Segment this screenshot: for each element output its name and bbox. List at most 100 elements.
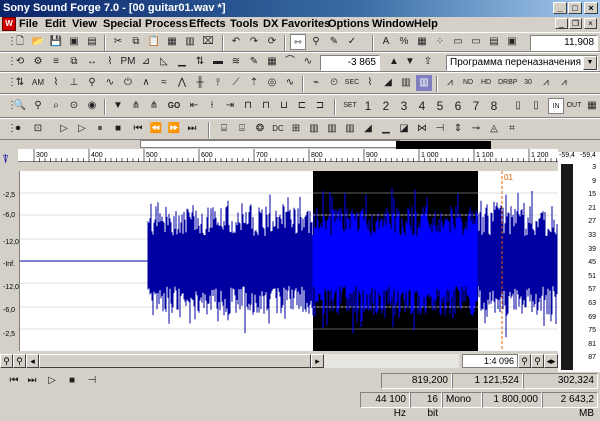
goto-end-bottom-icon[interactable]: ⏭ bbox=[24, 373, 40, 389]
marker-3-button[interactable]: 3 bbox=[396, 98, 412, 114]
play-bottom-icon[interactable]: ▷ bbox=[44, 373, 60, 389]
pencil-tool-icon[interactable]: ✎ bbox=[326, 34, 342, 50]
pitch-bend-icon[interactable]: ⟋ bbox=[228, 75, 244, 91]
envelope-icon[interactable]: ⏻ bbox=[120, 75, 136, 91]
edit-tool-icon[interactable]: ⇿ bbox=[290, 34, 306, 50]
normalize-process-icon[interactable]: ≋ bbox=[228, 54, 244, 70]
grid-icon[interactable]: ▦ bbox=[414, 34, 430, 50]
properties-icon[interactable]: ▤ bbox=[84, 34, 100, 50]
save-as-icon[interactable]: ▣ bbox=[66, 34, 82, 50]
undo-icon[interactable]: ↶ bbox=[228, 34, 244, 50]
wave-1-icon[interactable]: ⩘ bbox=[442, 75, 458, 91]
level-down-icon[interactable]: ▼ bbox=[402, 54, 418, 70]
wave-2-icon[interactable]: ⩘ bbox=[538, 75, 554, 91]
rewind-icon[interactable]: ⏪ bbox=[148, 121, 164, 137]
marker-1-button[interactable]: 1 bbox=[360, 98, 376, 114]
channel-icon[interactable]: ⧉ bbox=[66, 54, 82, 70]
zoom-in-icon[interactable]: 🔍 bbox=[12, 98, 28, 114]
zoom-out-scroll-icon[interactable]: ⚲ bbox=[0, 354, 13, 368]
reverb-icon[interactable]: ◎ bbox=[264, 75, 280, 91]
set-button[interactable]: SET bbox=[342, 98, 358, 114]
chorus-icon[interactable]: ⌇ bbox=[48, 75, 64, 91]
follow-icon[interactable]: ▯ bbox=[528, 98, 544, 114]
insert-icon[interactable]: ⊞ bbox=[288, 121, 304, 137]
goto-cursor-icon[interactable]: ⍿ bbox=[204, 98, 220, 114]
menu-process[interactable]: Process bbox=[145, 18, 188, 30]
zoom-ratio[interactable]: 1:4 096 bbox=[462, 354, 518, 368]
goto-start-transport-icon[interactable]: ⏮ bbox=[130, 121, 146, 137]
pan-icon[interactable]: ✎ bbox=[246, 54, 262, 70]
forward-icon[interactable]: ⏩ bbox=[166, 121, 182, 137]
play-all-icon[interactable]: ▷ bbox=[56, 121, 72, 137]
menu-dx-favorites[interactable]: DX Favorites bbox=[263, 18, 330, 30]
noise-gate-icon[interactable]: ⫯ bbox=[210, 75, 226, 91]
param-eq-icon[interactable]: ▥ bbox=[324, 121, 340, 137]
gate-icon[interactable]: ⋀ bbox=[174, 75, 190, 91]
playlist-icon[interactable]: ▭ bbox=[468, 34, 484, 50]
out-button[interactable]: OUT bbox=[566, 98, 582, 114]
mode-icon[interactable]: ▦ bbox=[584, 98, 600, 114]
stop-bottom-icon[interactable]: ■ bbox=[64, 373, 80, 389]
marker-6-button[interactable]: 6 bbox=[450, 98, 466, 114]
dc-icon[interactable]: DC bbox=[270, 121, 286, 137]
zoom-out-time-icon[interactable]: ⚲ bbox=[531, 354, 544, 368]
apply-icon[interactable]: ⇧ bbox=[420, 54, 436, 70]
menu-help[interactable]: Help bbox=[414, 18, 438, 30]
menu-file[interactable]: File bbox=[19, 18, 38, 30]
pitch-shift-icon[interactable]: ⇡ bbox=[246, 75, 262, 91]
distortion-icon[interactable]: ⚲ bbox=[84, 75, 100, 91]
pm-icon[interactable]: PM bbox=[120, 54, 136, 70]
sampler-icon[interactable]: ⌹ bbox=[234, 121, 250, 137]
am-icon[interactable]: AM bbox=[30, 75, 46, 91]
normalize-icon[interactable]: A bbox=[378, 34, 394, 50]
thirty-icon[interactable]: 30 bbox=[520, 75, 536, 91]
fit-icon[interactable]: ▯ bbox=[510, 98, 526, 114]
goto-end-transport-icon[interactable]: ⏭ bbox=[184, 121, 200, 137]
mdi-restore-button[interactable]: ❐ bbox=[569, 18, 582, 29]
plugin-icon[interactable]: ▣ bbox=[504, 34, 520, 50]
resample-icon[interactable]: ▦ bbox=[264, 54, 280, 70]
loop-play-icon[interactable]: ⊡ bbox=[30, 121, 46, 137]
markers-icon[interactable]: ⁘ bbox=[432, 34, 448, 50]
fade-icon[interactable]: ◢ bbox=[380, 75, 396, 91]
play-icon[interactable]: ▷ bbox=[74, 121, 90, 137]
open-icon[interactable]: 📂 bbox=[30, 34, 46, 50]
auto-trim-icon[interactable]: ⚙ bbox=[30, 54, 46, 70]
goto-start-bottom-icon[interactable]: ⏮ bbox=[6, 373, 22, 389]
in-button[interactable]: IN bbox=[548, 98, 564, 114]
wave-hammer-icon[interactable]: ⌗ bbox=[504, 121, 520, 137]
synth-icon[interactable]: ❂ bbox=[252, 121, 268, 137]
fade-out-icon[interactable]: ◺ bbox=[156, 54, 172, 70]
drbp-icon[interactable]: DRBP bbox=[498, 75, 517, 91]
volume-icon[interactable]: ◬ bbox=[486, 121, 502, 137]
scroll-left-button[interactable]: ◂ bbox=[26, 354, 39, 368]
chevron-down-icon[interactable]: ▼ bbox=[583, 56, 597, 70]
close-button[interactable]: × bbox=[584, 2, 598, 14]
mdi-minimize-button[interactable]: _ bbox=[555, 18, 568, 29]
marker-next-icon[interactable]: ⊓ bbox=[258, 98, 274, 114]
level-up-icon[interactable]: ▲ bbox=[386, 54, 402, 70]
dynamics-icon[interactable]: ∿ bbox=[102, 75, 118, 91]
marker-8-button[interactable]: 8 bbox=[486, 98, 502, 114]
selection-length[interactable]: 302,324 bbox=[523, 373, 598, 389]
hd-icon[interactable]: HD bbox=[478, 75, 494, 91]
crossfade-icon[interactable]: ⌇ bbox=[362, 75, 378, 91]
new-file-icon[interactable]: 🗋 bbox=[12, 34, 28, 50]
smooth-icon[interactable]: ∿ bbox=[300, 54, 316, 70]
delay-icon[interactable]: ⊥ bbox=[66, 75, 82, 91]
loop-icon[interactable]: ⟲ bbox=[12, 54, 28, 70]
eq-icon[interactable]: ⌇ bbox=[102, 54, 118, 70]
zoom-in-time-icon[interactable]: ⚲ bbox=[518, 354, 531, 368]
paragraphic-eq-icon[interactable]: ◢ bbox=[360, 121, 376, 137]
go-icon[interactable]: GO bbox=[166, 98, 182, 114]
marker-4-button[interactable]: 4 bbox=[414, 98, 430, 114]
redo-icon[interactable]: ↷ bbox=[246, 34, 262, 50]
snap-icon[interactable]: ⊏ bbox=[294, 98, 310, 114]
goto-start-icon[interactable]: ⇤ bbox=[186, 98, 202, 114]
vibrato-icon[interactable]: ∿ bbox=[282, 75, 298, 91]
save-icon[interactable]: 💾 bbox=[48, 34, 64, 50]
pan-expand-icon[interactable]: ⋈ bbox=[414, 121, 430, 137]
sample-rate[interactable]: 44 100 Hz bbox=[360, 392, 410, 419]
pitch-icon[interactable]: % bbox=[396, 34, 412, 50]
mix-icon[interactable]: ▥ bbox=[182, 34, 198, 50]
